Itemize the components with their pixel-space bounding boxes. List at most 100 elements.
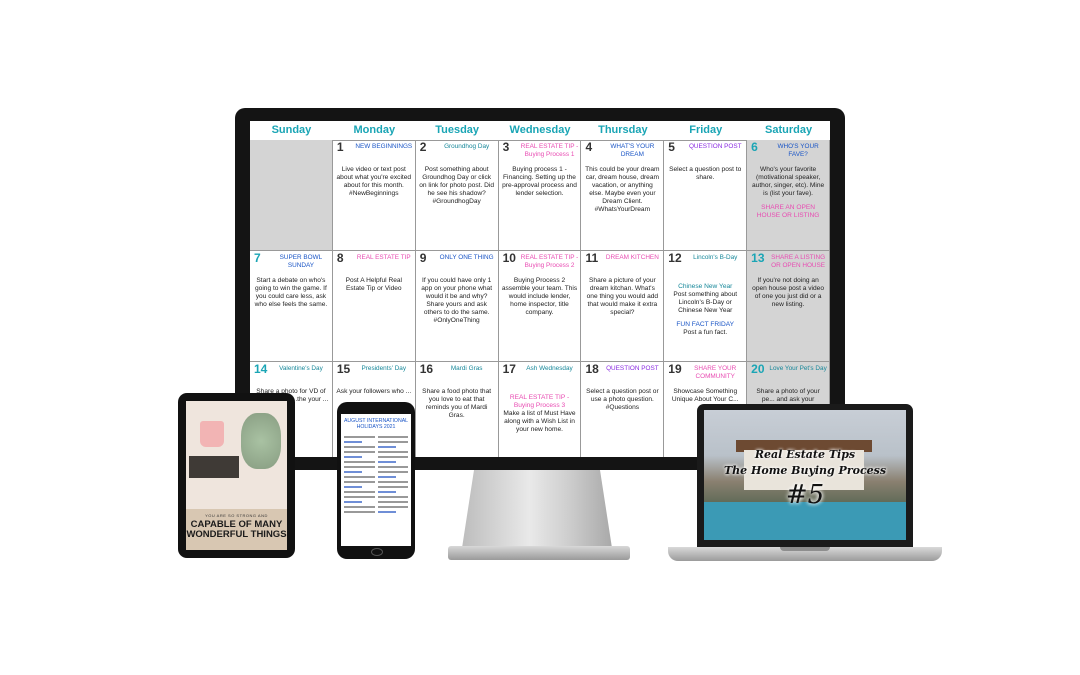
day-number: 9	[419, 251, 427, 265]
day-number: 7	[254, 251, 261, 265]
calendar-day-cell[interactable]: 4 WHAT'S YOUR DREAM This could be your dre…	[581, 140, 665, 250]
day-label: QUESTION POST	[606, 365, 659, 372]
day-number: 1	[336, 140, 344, 154]
laptop-number: #5	[785, 480, 825, 510]
phone-screen: AUGUST INTERNATIONAL HOLIDAYS 2021	[341, 414, 411, 546]
day-number: 2	[419, 140, 427, 154]
calendar-day-cell[interactable]: 13 SHARE A LISTING OR OPEN HOUSE If you're…	[747, 251, 830, 361]
calendar-day-cell[interactable]: 6 WHO'S YOUR FAVE? Who's your favorite (mo…	[747, 140, 830, 250]
calendar-day-cell[interactable]: 1 NEW BEGINNINGS Live video or text post a…	[333, 140, 416, 250]
calendar-day-cell[interactable]: 18 QUESTION POST Select a question post or…	[581, 362, 665, 457]
day-label: NEW BEGINNINGS	[355, 143, 413, 150]
day-body: Share a picture of your dream kitchan. W…	[584, 277, 660, 317]
day-label: Valentine's Day	[279, 365, 323, 372]
calendar-day-cell[interactable]: 8 REAL ESTATE TIP Post A Helpful Real Esta…	[333, 251, 416, 361]
day-number: 3	[502, 140, 510, 154]
phone-title: AUGUST INTERNATIONAL HOLIDAYS 2021	[343, 418, 409, 430]
day-body-text: This could be your dream car, dream hous…	[585, 166, 660, 213]
weekday-header: Wednesday	[509, 124, 571, 136]
day-body-text: Showcase Something Unique About Your C..…	[671, 388, 739, 403]
quote-big-text: CAPABLE OF MANY WONDERFUL THINGS	[186, 519, 287, 540]
day-number: 19	[668, 362, 682, 376]
calendar-header: Sunday Monday Tuesday Wednesday Thursday Frid…	[250, 121, 830, 141]
calendar-week: 7 SUPER BOWL SUNDAY Start a debate on who'…	[250, 251, 830, 362]
day-label: REAL ESTATE TIP - Buying Process 2	[520, 254, 579, 269]
day-body-text: Post something about Groundhog Day or cl…	[419, 166, 495, 205]
day-label: SHARE YOUR COMMUNITY	[694, 365, 737, 380]
calendar-day-cell[interactable]: 10 REAL ESTATE TIP - Buying Process 2 Buyi…	[499, 251, 582, 361]
day-label: QUESTION POST	[688, 143, 742, 150]
books-image	[189, 456, 239, 478]
calendar-day-cell[interactable]: 17 Ash Wednesday REAL ESTATE TIP - Buying …	[499, 362, 582, 457]
day-body: If you could have only 1 app on your pho…	[419, 277, 495, 325]
day-number: 14	[254, 362, 268, 376]
tablet-screen: YOU ARE SO STRONG AND CAPABLE OF MANY WO…	[186, 401, 287, 550]
day-body: Who's your favorite (motivational speake…	[750, 166, 826, 220]
day-number: 16	[419, 362, 434, 376]
day-number: 8	[336, 251, 344, 265]
day-body: Ask your followers who ...	[336, 388, 412, 396]
day-body: If you're not doing an open house post a…	[750, 277, 826, 309]
day-label: Ash Wednesday	[526, 365, 573, 372]
day-number: 13	[751, 251, 765, 265]
calendar-day-cell[interactable]: 7 SUPER BOWL SUNDAY Start a debate on who'…	[250, 251, 333, 361]
weekday-header: Tuesday	[435, 124, 480, 136]
quote-small-text: YOU ARE SO STRONG AND	[205, 513, 268, 518]
laptop-screen: Real Estate Tips The Home Buying Process…	[704, 410, 906, 540]
laptop-notch	[780, 547, 830, 551]
laptop-title-line1: Real Estate Tips	[754, 448, 856, 461]
day-body-text: If you could have only 1 app on your pho…	[421, 277, 493, 324]
day-extra2: FUN FACT FRIDAY	[676, 321, 735, 328]
day-number: 6	[751, 140, 758, 154]
mug-image	[200, 421, 224, 447]
calendar-day-cell[interactable]: 3 REAL ESTATE TIP - Buying Process 1 Buyin…	[499, 140, 582, 250]
phone-holiday-list	[341, 430, 411, 519]
day-number: 11	[585, 251, 599, 265]
day-extra: Chinese New Year	[678, 283, 733, 290]
day-extrabody: Post something about Lincoln's B-Day or …	[673, 291, 738, 314]
quote-panel: YOU ARE SO STRONG AND CAPABLE OF MANY WO…	[186, 509, 287, 550]
laptop-title-line2: The Home Buying Process	[723, 464, 887, 477]
day-label: SUPER BOWL SUNDAY	[279, 254, 323, 269]
weekday-header: Monday	[353, 124, 396, 136]
day-body-text: Share a picture of your dream kitchan. W…	[586, 277, 659, 316]
day-number: 10	[502, 251, 516, 265]
weekday-header: Thursday	[598, 124, 648, 136]
calendar-day-cell[interactable]: 12 Lincoln's B-Day Chinese New Year Post so…	[664, 251, 748, 361]
day-body-text: Ask your followers who ...	[336, 388, 412, 395]
day-body-text: Select a question post to share.	[669, 166, 742, 181]
day-body: Post A Helpful Real Estate Tip or Video	[336, 277, 412, 293]
calendar-day-cell[interactable]: 16 Mardi Gras Share a food photo that you …	[416, 362, 499, 457]
day-number: 18	[585, 362, 599, 376]
day-body: Share a food photo that you love to eat …	[419, 388, 495, 420]
day-label: Mardi Gras	[450, 365, 483, 372]
day-body-text: Buying process 1 - Financing. Setting up…	[502, 166, 577, 197]
calendar-day-cell[interactable]: 2 Groundhog Day Post something about Groun…	[416, 140, 499, 250]
day-label: WHO'S YOUR FAVE?	[777, 143, 819, 158]
weekday-header: Sunday	[271, 124, 312, 136]
weekday-header: Saturday	[765, 124, 813, 136]
day-body-text: Live video or text post about what you'r…	[336, 166, 412, 197]
calendar-day-cell[interactable]: 5 QUESTION POST Select a question post to …	[664, 140, 748, 250]
day-extra: SHARE AN OPEN HOUSE OR LISTING	[756, 204, 820, 219]
calendar-week: 1 NEW BEGINNINGS Live video or text post a…	[250, 140, 830, 251]
phone-home-button[interactable]	[371, 548, 383, 556]
day-label: Lincoln's B-Day	[693, 254, 738, 261]
day-body-text: If you're not doing an open house post a…	[752, 277, 825, 308]
day-body: Select a question post or use a photo qu…	[584, 388, 660, 412]
day-number: 12	[668, 251, 682, 265]
day-label: ONLY ONE THING	[439, 254, 494, 261]
calendar-day-cell[interactable]: 9 ONLY ONE THING If you could have only 1 …	[416, 251, 499, 361]
day-extrabody: Make a list of Must Have along with a Wi…	[503, 410, 576, 433]
day-number: 20	[751, 362, 765, 376]
day-number: 5	[668, 140, 675, 154]
day-label: SHARE A LISTING OR OPEN HOUSE	[771, 254, 826, 269]
calendar-day-cell[interactable]: 11 DREAM KITCHEN Share a picture of your d…	[581, 251, 665, 361]
day-body-text: Start a debate on who's going to win the…	[254, 277, 328, 308]
day-label: DREAM KITCHEN	[605, 254, 659, 261]
day-body: This could be your dream car, dream hous…	[584, 166, 660, 214]
day-extra2body: Post a fun fact.	[683, 329, 728, 336]
day-body: Showcase Something Unique About Your C..…	[667, 388, 743, 404]
calendar-day-cell[interactable]	[250, 140, 333, 250]
day-body-text: Who's your favorite (motivational speake…	[751, 166, 825, 197]
